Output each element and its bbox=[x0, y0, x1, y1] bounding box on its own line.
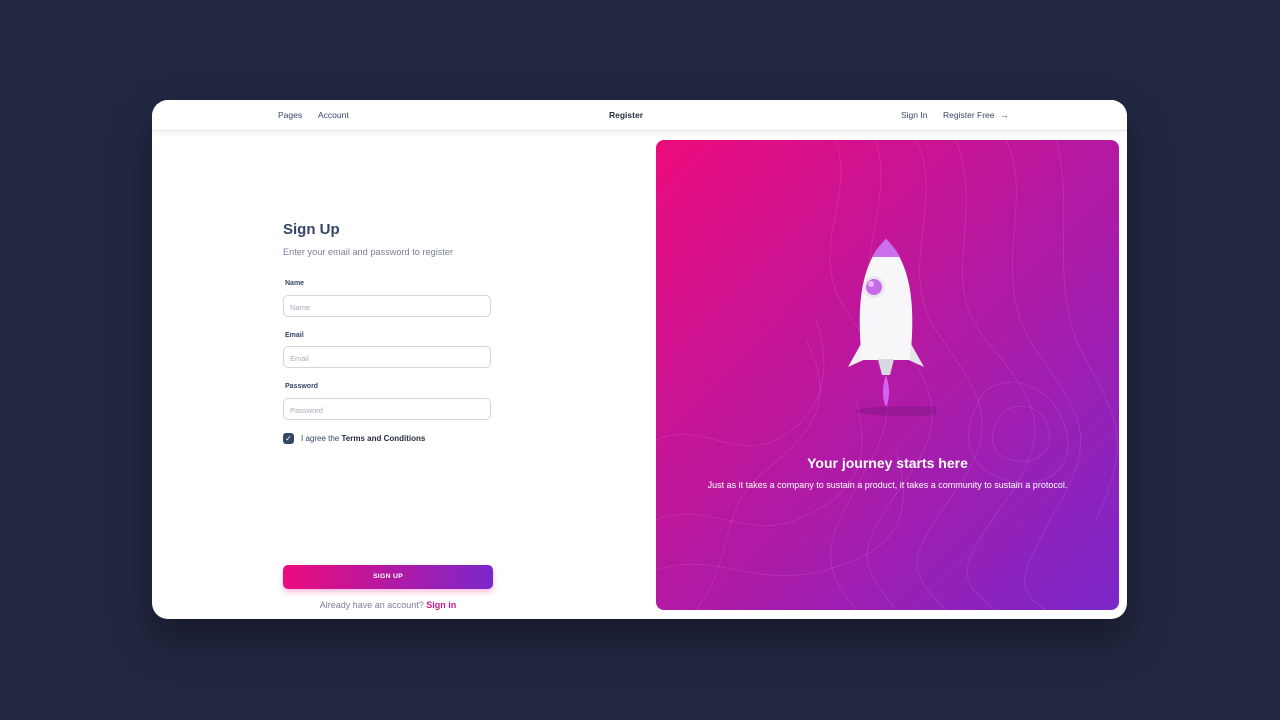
terms-prefix: I agree the bbox=[301, 434, 342, 443]
name-label: Name bbox=[285, 280, 305, 287]
nav-link-account[interactable]: Account bbox=[318, 110, 349, 120]
check-icon: ✓ bbox=[285, 434, 292, 443]
arrow-right-icon: → bbox=[999, 110, 1009, 120]
register-free-label: Register Free bbox=[943, 110, 995, 120]
sign-in-prompt: Already have an account? Sign in bbox=[283, 600, 493, 610]
sign-in-link[interactable]: Sign in bbox=[426, 600, 456, 610]
email-input[interactable]: Email bbox=[283, 346, 491, 368]
email-label: Email bbox=[285, 332, 304, 339]
nav-register-free-button[interactable]: Register Free → bbox=[943, 110, 1009, 120]
terms-checkbox[interactable]: ✓ bbox=[283, 433, 294, 444]
page-subtitle: Enter your email and password to registe… bbox=[283, 247, 454, 257]
password-label: Password bbox=[285, 383, 319, 390]
sign-up-form: Sign Up Enter your email and password to… bbox=[283, 221, 493, 610]
password-input[interactable]: Password bbox=[283, 398, 491, 420]
nav-link-sign-in[interactable]: Sign In bbox=[901, 110, 927, 120]
terms-link[interactable]: Terms and Conditions bbox=[341, 434, 425, 443]
top-navbar: Pages Account Register Sign In Register … bbox=[152, 100, 1127, 131]
sign-in-prompt-text: Already have an account? bbox=[319, 600, 427, 610]
page-title: Sign Up bbox=[283, 221, 340, 238]
app-window: Pages Account Register Sign In Register … bbox=[152, 100, 1127, 619]
nav-brand-title[interactable]: Register bbox=[609, 110, 643, 120]
sign-up-button[interactable]: SIGN UP bbox=[283, 565, 493, 589]
rocket-icon bbox=[848, 239, 936, 416]
nav-link-pages[interactable]: Pages bbox=[278, 110, 302, 120]
hero-description: Just as it takes a company to sustain a … bbox=[707, 480, 1068, 490]
name-input[interactable]: Name bbox=[283, 295, 491, 317]
hero-panel: Your journey starts here Just as it take… bbox=[656, 140, 1119, 610]
hero-title: Your journey starts here bbox=[807, 455, 968, 471]
terms-label: I agree the Terms and Conditions bbox=[301, 434, 425, 443]
